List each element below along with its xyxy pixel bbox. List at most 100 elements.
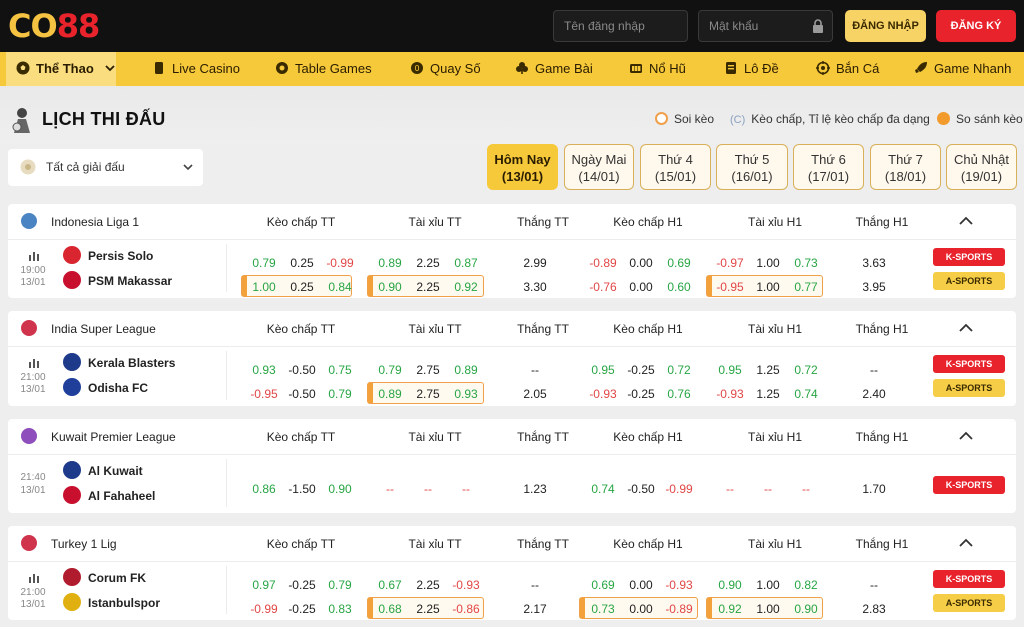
odds-value[interactable]: 0.90 [786,602,826,616]
nav-game-nhanh[interactable]: Game Nhanh [914,52,1011,86]
odds-value[interactable]: -0.93 [659,578,699,592]
odds-value[interactable]: -- [446,482,486,496]
tab-ngay-mai[interactable]: Ngày Mai (14/01) [564,144,634,190]
odds-value[interactable]: -- [854,578,894,592]
odds-value[interactable]: 0.69 [583,578,623,592]
odds-value[interactable]: -0.86 [446,602,486,616]
odds-value[interactable]: 2.40 [854,387,894,401]
league-header[interactable]: Kuwait Premier League Kèo chấp TT Tài xỉu … [8,419,1016,453]
odds-value[interactable]: 0.73 [786,256,826,270]
odds-value[interactable]: 0.90 [710,578,750,592]
odds-value[interactable]: 0.68 [370,602,410,616]
odds-value[interactable]: -- [786,482,826,496]
odds-value[interactable]: 0.79 [370,363,410,377]
odds-value[interactable]: -0.99 [659,482,699,496]
tab-thu-5[interactable]: Thứ 5 (16/01) [716,144,788,190]
stats-icon[interactable] [28,358,40,368]
nav-no-hu[interactable]: Nổ Hũ [629,52,686,86]
odds-value[interactable]: -0.93 [583,387,623,401]
odds-value[interactable]: 3.63 [854,256,894,270]
league-header[interactable]: Indonesia Liga 1 Kèo chấp TT Tài xỉu TT Thắ… [8,204,1016,238]
odds-value[interactable]: 2.17 [515,602,555,616]
odds-value[interactable]: -- [515,363,555,377]
odds-value[interactable]: -- [854,363,894,377]
odds-value[interactable]: 0.69 [659,256,699,270]
odds-value[interactable]: -- [370,482,410,496]
odds-value[interactable]: 0.93 [446,387,486,401]
odds-value[interactable]: 0.73 [583,602,623,616]
tab-thu-6[interactable]: Thứ 6 (17/01) [793,144,864,190]
odds-value[interactable]: 0.72 [659,363,699,377]
odds-value[interactable]: -0.99 [244,602,284,616]
a-sports-button[interactable]: A-SPORTS [933,594,1005,612]
nav-lo-de[interactable]: Lô Đề [724,52,779,86]
nav-the-thao[interactable]: Thể Thao [6,52,116,86]
odds-value[interactable]: -0.93 [446,578,486,592]
k-sports-button[interactable]: K-SPORTS [933,355,1005,373]
odds-value[interactable]: 0.83 [320,602,360,616]
odds-value[interactable]: -0.76 [583,280,623,294]
odds-value[interactable]: 0.90 [370,280,410,294]
odds-value[interactable]: 0.74 [786,387,826,401]
odds-value[interactable]: 3.95 [854,280,894,294]
login-button[interactable]: ĐĂNG NHẬP [845,10,926,42]
odds-value[interactable]: 3.30 [515,280,555,294]
odds-value[interactable]: 0.90 [320,482,360,496]
odds-value[interactable]: 0.95 [583,363,623,377]
chevron-up-icon[interactable] [958,431,974,441]
chevron-up-icon[interactable] [958,538,974,548]
nav-live-casino[interactable]: Live Casino [152,52,240,86]
odds-value[interactable]: 0.72 [786,363,826,377]
odds-value[interactable]: 1.23 [515,482,555,496]
nav-ban-ca[interactable]: Bắn Cá [816,52,879,86]
odds-value[interactable]: -- [515,578,555,592]
odds-value[interactable]: -0.95 [244,387,284,401]
a-sports-button[interactable]: A-SPORTS [933,272,1005,290]
odds-value[interactable]: 1.70 [854,482,894,496]
odds-value[interactable]: 0.95 [710,363,750,377]
odds-value[interactable]: 0.67 [370,578,410,592]
odds-value[interactable]: 2.05 [515,387,555,401]
stats-icon[interactable] [28,251,40,261]
odds-value[interactable]: -0.97 [710,256,750,270]
odds-value[interactable]: 0.86 [244,482,284,496]
nav-table-games[interactable]: Table Games [275,52,372,86]
odds-value[interactable]: 0.76 [659,387,699,401]
nav-game-bai[interactable]: Game Bài [515,52,593,86]
odds-value[interactable]: -0.93 [710,387,750,401]
odds-value[interactable]: -0.89 [583,256,623,270]
tab-thu-7[interactable]: Thứ 7 (18/01) [870,144,941,190]
odds-value[interactable]: 0.79 [244,256,284,270]
odds-value[interactable]: 1.00 [244,280,284,294]
odds-value[interactable]: -0.99 [320,256,360,270]
odds-value[interactable]: 0.89 [370,256,410,270]
odds-value[interactable]: 0.89 [370,387,410,401]
league-header[interactable]: India Super League Kèo chấp TT Tài xỉu TT T… [8,311,1016,345]
odds-value[interactable]: 0.92 [710,602,750,616]
odds-value[interactable]: 0.89 [446,363,486,377]
stats-icon[interactable] [28,573,40,583]
odds-value[interactable]: 0.82 [786,578,826,592]
k-sports-button[interactable]: K-SPORTS [933,570,1005,588]
password-input[interactable]: Mật khẩu [698,10,833,42]
odds-value[interactable]: 2.99 [515,256,555,270]
a-sports-button[interactable]: A-SPORTS [933,379,1005,397]
odds-value[interactable]: -0.95 [710,280,750,294]
odds-value[interactable]: -0.89 [659,602,699,616]
odds-value[interactable]: 0.79 [320,578,360,592]
nav-quay-so[interactable]: 0 Quay Số [410,52,481,86]
odds-value[interactable]: -- [710,482,750,496]
odds-value[interactable]: 0.92 [446,280,486,294]
odds-value[interactable]: 0.74 [583,482,623,496]
odds-value[interactable]: 0.93 [244,363,284,377]
odds-value[interactable]: 0.87 [446,256,486,270]
odds-value[interactable]: 0.77 [786,280,826,294]
odds-value[interactable]: 0.79 [320,387,360,401]
odds-value[interactable]: 0.75 [320,363,360,377]
k-sports-button[interactable]: K-SPORTS [933,248,1005,266]
tab-chu-nhat[interactable]: Chủ Nhật (19/01) [946,144,1017,190]
username-input[interactable]: Tên đăng nhập [553,10,688,42]
odds-value[interactable]: 2.83 [854,602,894,616]
chevron-up-icon[interactable] [958,216,974,226]
odds-value[interactable]: 0.84 [320,280,360,294]
